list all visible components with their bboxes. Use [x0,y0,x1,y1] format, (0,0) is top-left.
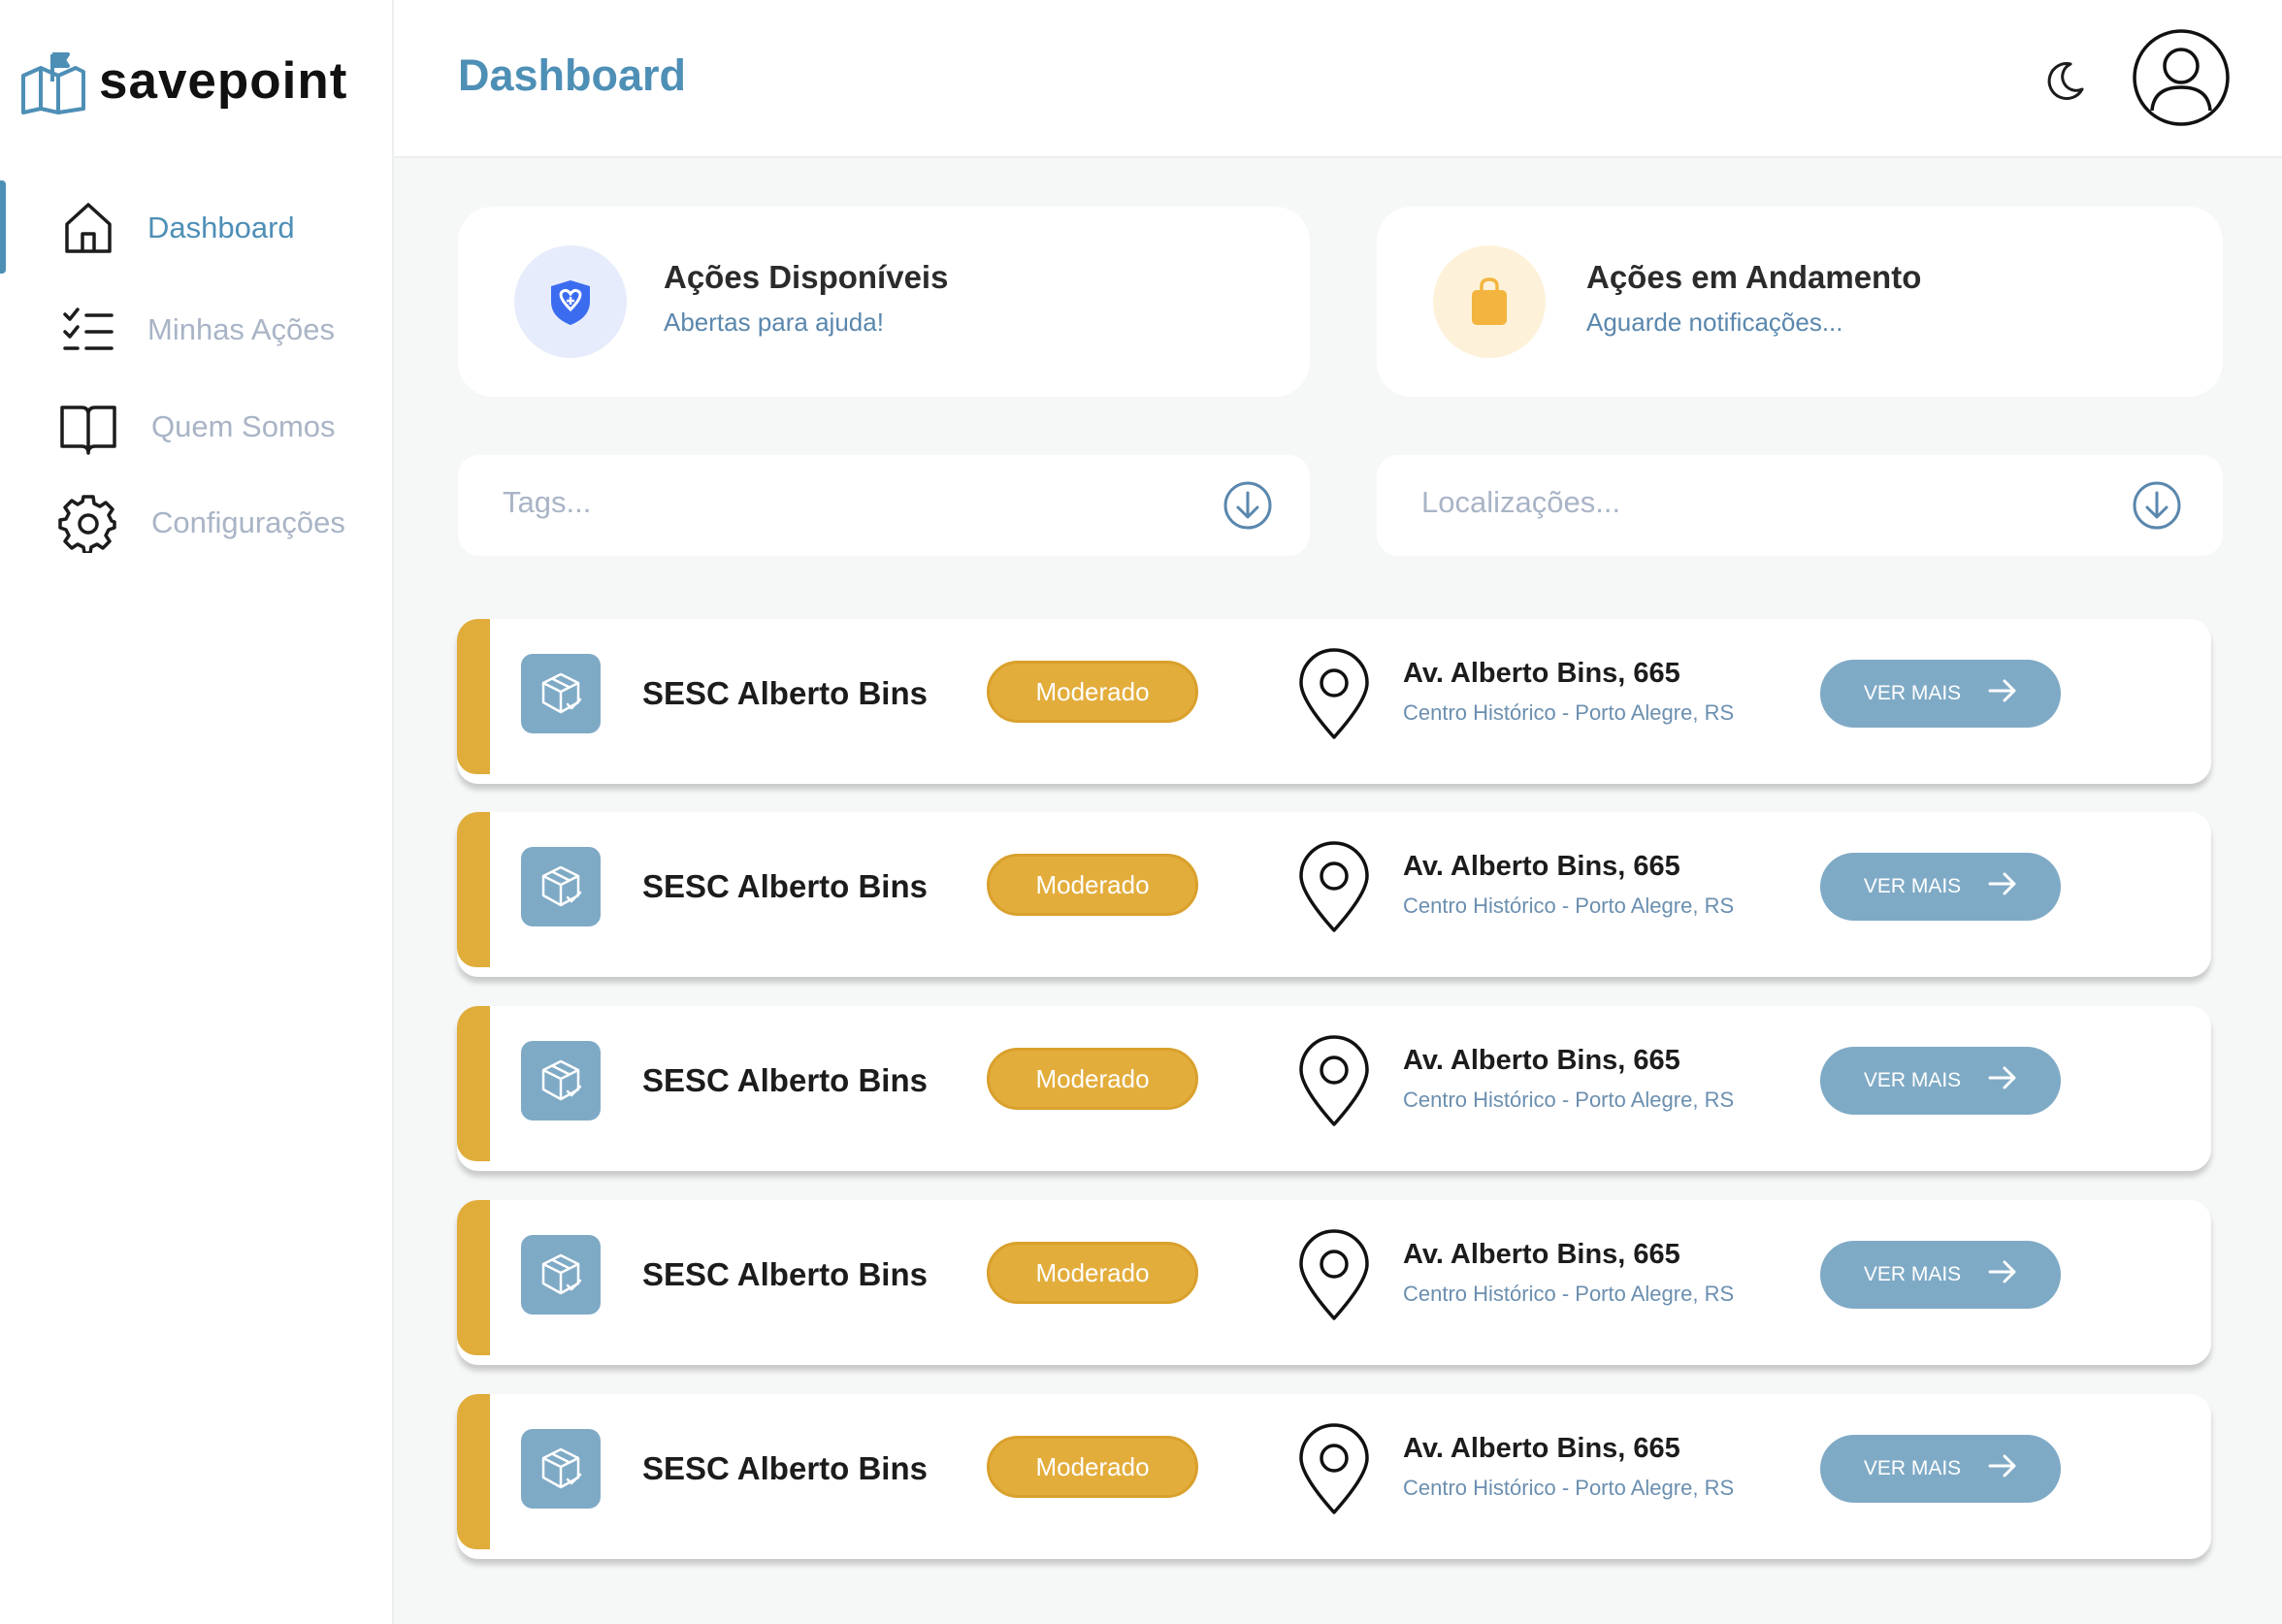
stat-subtitle: Aguarde notificações... [1586,308,1843,337]
action-name: SESC Alberto Bins [642,1062,928,1098]
arrow-right-icon [1988,1065,2017,1096]
action-name: SESC Alberto Bins [642,675,928,711]
package-icon [521,847,601,926]
address-district: Centro Histórico - Porto Alegre, RS [1403,700,1735,725]
address-line: Av. Alberto Bins, 665 [1403,1045,1680,1076]
tags-dropdown-arrow-down-circle-icon[interactable] [1222,480,1273,536]
priority-accent-bar [457,1006,490,1161]
arrow-right-icon [1988,1453,2017,1484]
stat-card-available[interactable]: Ações Disponíveis Abertas para ajuda! [458,207,1310,397]
package-icon [521,654,601,733]
tags-input[interactable] [501,484,1087,521]
ver-mais-button[interactable]: VER MAIS [1820,1047,2061,1115]
list-item[interactable]: SESC Alberto Bins Moderado Av. Alberto B… [457,1200,2211,1365]
ver-mais-label: VER MAIS [1863,875,1962,897]
book-icon [56,395,120,459]
gear-icon [56,491,120,555]
locations-filter[interactable] [1377,455,2223,556]
top-header: Dashboard [394,0,2282,158]
status-badge: Moderado [987,661,1198,723]
priority-accent-bar [457,1200,490,1355]
arrow-right-icon [1988,1259,2017,1290]
package-icon [521,1235,601,1315]
list-item[interactable]: SESC Alberto Bins Moderado Av. Alberto B… [457,1006,2211,1171]
address-district: Centro Histórico - Porto Alegre, RS [1403,1476,1735,1500]
action-name: SESC Alberto Bins [642,868,928,904]
list-item[interactable]: SESC Alberto Bins Moderado Av. Alberto B… [457,812,2211,977]
stat-subtitle: Abertas para ajuda! [664,308,884,337]
address-district: Centro Histórico - Porto Alegre, RS [1403,893,1735,918]
address-line: Av. Alberto Bins, 665 [1403,1239,1680,1270]
address-line: Av. Alberto Bins, 665 [1403,658,1680,689]
checklist-icon [56,298,120,362]
address-district: Centro Histórico - Porto Alegre, RS [1403,1088,1735,1112]
status-badge: Moderado [987,1242,1198,1304]
location-pin-icon [1295,644,1373,746]
sidebar-item-label: Configurações [151,505,345,539]
dark-mode-toggle-moon-icon[interactable] [2043,60,2086,108]
app-name: savepoint [99,51,348,110]
app-logo[interactable]: savepoint [19,47,347,114]
ver-mais-button[interactable]: VER MAIS [1820,853,2061,921]
sidebar-item-configuracoes[interactable]: Configurações [56,491,345,555]
sidebar-item-label: Minhas Ações [147,312,335,346]
stat-title: Ações Disponíveis [664,259,949,295]
active-nav-indicator [0,180,6,274]
shopping-bag-icon [1433,245,1546,358]
locations-dropdown-arrow-down-circle-icon[interactable] [2132,480,2182,536]
sidebar: savepoint Dashboard Minhas Ações Quem So… [0,0,394,1624]
ver-mais-label: VER MAIS [1863,682,1962,704]
priority-accent-bar [457,619,490,774]
location-pin-icon [1295,1225,1373,1327]
address-line: Av. Alberto Bins, 665 [1403,1433,1680,1464]
sidebar-item-label: Dashboard [147,211,295,244]
logo-icon [21,52,85,114]
status-badge: Moderado [987,854,1198,916]
locations-input[interactable] [1419,484,2005,521]
heart-shield-icon [514,245,627,358]
stat-card-in-progress[interactable]: Ações em Andamento Aguarde notificações.… [1377,207,2223,397]
status-badge: Moderado [987,1048,1198,1110]
ver-mais-button[interactable]: VER MAIS [1820,660,2061,728]
priority-accent-bar [457,812,490,967]
tags-filter[interactable] [458,455,1310,556]
sidebar-item-dashboard[interactable]: Dashboard [56,196,295,260]
address-line: Av. Alberto Bins, 665 [1403,851,1680,882]
stat-title: Ações em Andamento [1586,259,1922,295]
address-district: Centro Histórico - Porto Alegre, RS [1403,1282,1735,1306]
status-badge: Moderado [987,1436,1198,1498]
arrow-right-icon [1988,678,2017,709]
ver-mais-button[interactable]: VER MAIS [1820,1435,2061,1503]
location-pin-icon [1295,837,1373,939]
ver-mais-label: VER MAIS [1863,1069,1962,1091]
package-icon [521,1041,601,1121]
ver-mais-button[interactable]: VER MAIS [1820,1241,2061,1309]
action-name: SESC Alberto Bins [642,1450,928,1486]
priority-accent-bar [457,1394,490,1549]
home-icon [56,196,120,260]
location-pin-icon [1295,1031,1373,1133]
location-pin-icon [1295,1419,1373,1521]
page-title: Dashboard [458,50,687,100]
sidebar-item-minhas-acoes[interactable]: Minhas Ações [56,298,335,362]
package-icon [521,1429,601,1509]
action-name: SESC Alberto Bins [642,1256,928,1292]
list-item[interactable]: SESC Alberto Bins Moderado Av. Alberto B… [457,1394,2211,1559]
sidebar-item-label: Quem Somos [151,409,336,443]
ver-mais-label: VER MAIS [1863,1263,1962,1285]
list-item[interactable]: SESC Alberto Bins Moderado Av. Alberto B… [457,619,2211,784]
sidebar-item-quem-somos[interactable]: Quem Somos [56,395,336,459]
ver-mais-label: VER MAIS [1863,1457,1962,1479]
arrow-right-icon [1988,871,2017,902]
user-avatar-icon[interactable] [2131,27,2232,133]
